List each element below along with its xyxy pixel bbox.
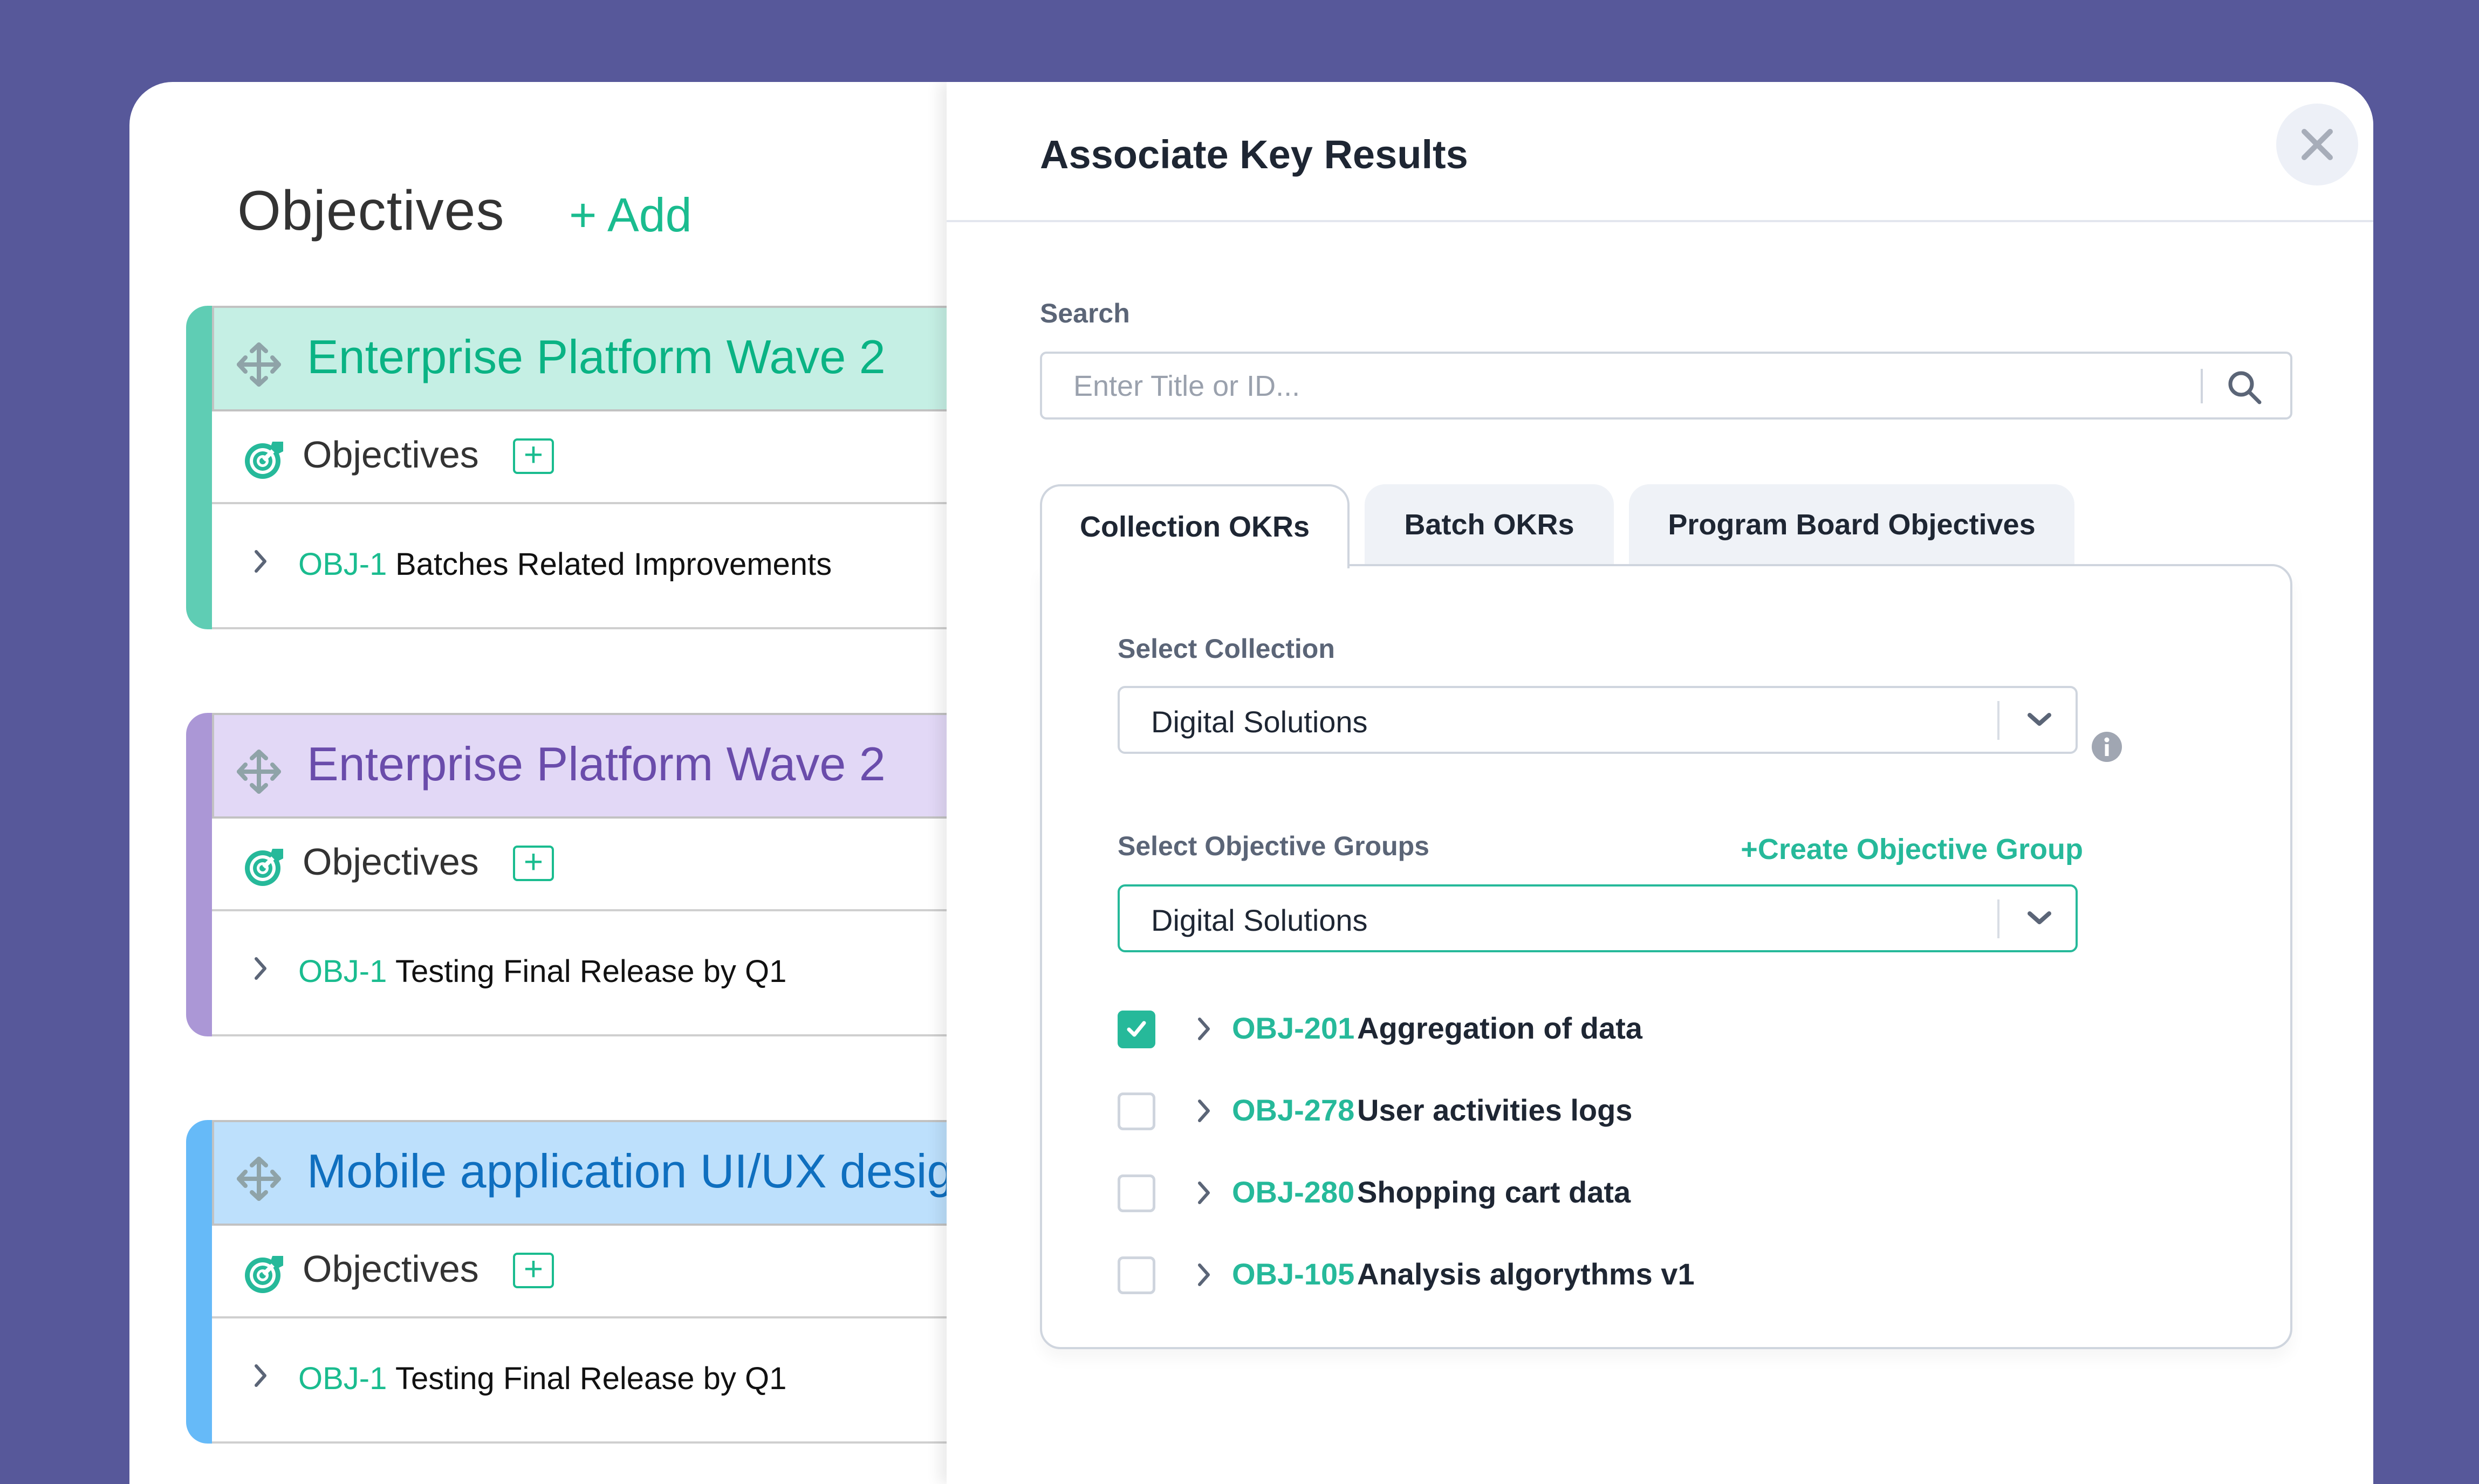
objective-row[interactable]: OBJ-1 Testing Final Release by Q1 [212, 911, 952, 1036]
objective-id[interactable]: OBJ-1 [298, 1361, 387, 1397]
key-result-item: OBJ-280 Shopping cart data [1118, 1172, 2088, 1215]
objective-target-icon [245, 442, 283, 479]
key-result-title: Shopping cart data [1357, 1175, 1631, 1209]
group-objectives-section: Objectives + [212, 1226, 952, 1318]
key-result-title: Analysis algorythms v1 [1357, 1257, 1695, 1291]
select-divider [1997, 899, 1999, 938]
search-icon[interactable] [2226, 369, 2264, 407]
objective-row[interactable]: OBJ-1 Testing Final Release by Q1 [212, 1318, 952, 1444]
group-title: Mobile application UI/UX design [307, 1144, 952, 1198]
header-divider [947, 220, 2373, 222]
search-field[interactable] [1040, 352, 2292, 420]
drag-handle-icon[interactable] [237, 1156, 281, 1202]
group-color-bar [186, 306, 212, 629]
key-result-checkbox[interactable] [1118, 1093, 1155, 1130]
objective-title: Batches Related Improvements [395, 547, 832, 582]
add-objective-icon-button[interactable]: + [513, 438, 554, 474]
key-result-item: OBJ-105 Analysis algorythms v1 [1118, 1254, 2088, 1297]
add-objective-icon-button[interactable]: + [513, 1253, 554, 1288]
associate-key-results-panel: Associate Key Results Search Collection … [947, 82, 2373, 1484]
objectives-board: Objectives + Add Enterprise Platform Wav… [129, 82, 952, 1484]
objectives-section-label: Objectives [303, 434, 479, 476]
drag-handle-icon[interactable] [237, 748, 281, 795]
group-color-bar [186, 713, 212, 1036]
objective-id[interactable]: OBJ-1 [298, 953, 387, 990]
chevron-down-icon [2028, 713, 2051, 726]
key-result-item: OBJ-278 User activities logs [1118, 1090, 2088, 1133]
close-button[interactable] [2276, 104, 2358, 186]
drag-handle-icon[interactable] [237, 341, 281, 388]
key-result-title: User activities logs [1357, 1093, 1633, 1127]
group-objectives-section: Objectives + [212, 819, 952, 911]
search-label: Search [1040, 298, 1130, 328]
objective-row[interactable]: OBJ-1 Batches Related Improvements [212, 504, 952, 629]
app-window: Objectives + Add Enterprise Platform Wav… [129, 82, 2373, 1484]
expand-chevron-icon[interactable] [254, 549, 267, 573]
key-result-checkbox[interactable] [1118, 1174, 1155, 1212]
key-result-title: Aggregation of data [1357, 1011, 1642, 1045]
expand-chevron-icon[interactable] [1197, 1263, 1210, 1287]
objective-group-card: Enterprise Platform Wave 2 Objectives + … [186, 306, 952, 629]
objectives-section-label: Objectives [303, 841, 479, 883]
expand-chevron-icon[interactable] [254, 957, 267, 980]
objective-groups-select-value: Digital Solutions [1151, 903, 1368, 937]
key-result-item: OBJ-201 Aggregation of data [1118, 1008, 2088, 1052]
tab-batch-okrs[interactable]: Batch OKRs [1365, 484, 1614, 566]
expand-chevron-icon[interactable] [254, 1364, 267, 1387]
group-header[interactable]: Enterprise Platform Wave 2 [212, 713, 952, 819]
info-icon[interactable] [2091, 731, 2122, 762]
tab-panel-collection-okrs: Select Collection Digital Solutions Sele… [1040, 564, 2292, 1349]
checkmark-icon [1127, 1021, 1146, 1037]
key-result-checkbox[interactable] [1118, 1256, 1155, 1294]
group-header[interactable]: Enterprise Platform Wave 2 [212, 306, 952, 411]
group-color-bar [186, 1120, 212, 1444]
close-icon [2302, 129, 2333, 160]
objective-target-icon [245, 1256, 283, 1293]
collection-select[interactable]: Digital Solutions [1118, 686, 2078, 754]
group-title: Enterprise Platform Wave 2 [307, 737, 886, 791]
select-collection-label: Select Collection [1118, 634, 1335, 664]
search-input[interactable] [1072, 354, 2126, 418]
group-header[interactable]: Mobile application UI/UX design [212, 1120, 952, 1226]
objective-title: Testing Final Release by Q1 [395, 1361, 787, 1396]
key-result-id[interactable]: OBJ-201 [1232, 1011, 1354, 1046]
group-title: Enterprise Platform Wave 2 [307, 330, 886, 383]
search-divider [2201, 369, 2203, 403]
expand-chevron-icon[interactable] [1197, 1181, 1210, 1205]
collection-select-value: Digital Solutions [1151, 705, 1368, 739]
objective-group-card: Enterprise Platform Wave 2 Objectives + … [186, 713, 952, 1036]
expand-chevron-icon[interactable] [1197, 1099, 1210, 1123]
create-objective-group-link[interactable]: +Create Objective Group [1741, 833, 2083, 866]
add-objective-icon-button[interactable]: + [513, 846, 554, 881]
key-result-checkbox[interactable] [1118, 1011, 1155, 1048]
page-title: Objectives [237, 180, 505, 242]
key-result-id[interactable]: OBJ-278 [1232, 1093, 1354, 1128]
add-objective-button[interactable]: + Add [569, 188, 692, 243]
objective-groups-select[interactable]: Digital Solutions [1118, 884, 2078, 952]
chevron-down-icon [2028, 911, 2051, 924]
expand-chevron-icon[interactable] [1197, 1017, 1210, 1041]
objective-target-icon [245, 849, 283, 886]
objectives-section-label: Objectives [303, 1248, 479, 1290]
objective-title: Testing Final Release by Q1 [395, 954, 787, 989]
panel-title: Associate Key Results [1040, 132, 1468, 177]
key-result-id[interactable]: OBJ-280 [1232, 1174, 1354, 1210]
tab-program-board-objectives[interactable]: Program Board Objectives [1629, 484, 2074, 566]
objective-group-card: Mobile application UI/UX design Objectiv… [186, 1120, 952, 1444]
select-divider [1997, 701, 1999, 740]
key-result-id[interactable]: OBJ-105 [1232, 1256, 1354, 1291]
select-objective-groups-label: Select Objective Groups [1118, 831, 1429, 861]
group-objectives-section: Objectives + [212, 411, 952, 504]
objective-id[interactable]: OBJ-1 [298, 546, 387, 582]
tab-collection-okrs[interactable]: Collection OKRs [1040, 484, 1350, 568]
